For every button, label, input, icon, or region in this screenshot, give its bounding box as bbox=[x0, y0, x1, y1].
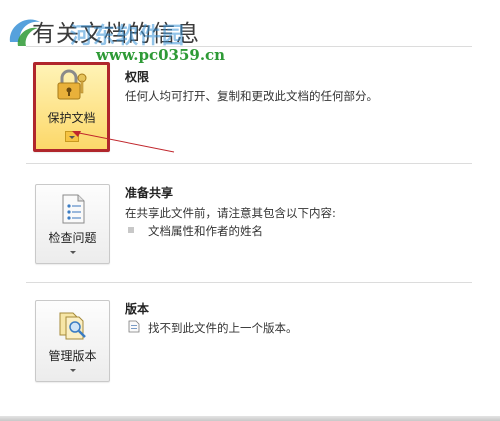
permissions-heading: 权限 bbox=[125, 70, 150, 84]
sharing-description: 在共享此文件前，请注意其包含以下内容: bbox=[125, 206, 336, 220]
check-issues-label: 检查问题 bbox=[48, 231, 97, 245]
chevron-down-icon[interactable] bbox=[69, 251, 76, 254]
manage-versions-icon bbox=[59, 312, 86, 340]
permissions-description: 任何人均可打开、复制和更改此文档的任何部分。 bbox=[125, 89, 378, 103]
sharing-item: 文档属性和作者的姓名 bbox=[148, 224, 263, 238]
sharing-heading: 准备共享 bbox=[125, 186, 174, 200]
bottom-edge bbox=[0, 416, 500, 421]
protect-document-label: 保护文档 bbox=[47, 111, 96, 125]
chevron-down-icon[interactable] bbox=[69, 369, 76, 372]
document-version-icon bbox=[128, 320, 140, 333]
annotation-arrow-icon bbox=[72, 131, 175, 153]
section-divider bbox=[26, 282, 472, 283]
lock-key-icon bbox=[57, 69, 86, 100]
versions-description: 找不到此文件的上一个版本。 bbox=[148, 321, 298, 335]
manage-versions-label: 管理版本 bbox=[48, 349, 97, 363]
inspect-document-icon bbox=[62, 194, 84, 224]
bullet-icon bbox=[128, 227, 134, 233]
versions-heading: 版本 bbox=[125, 302, 150, 316]
watermark-url: www.pc0359.cn bbox=[96, 46, 226, 64]
title-divider bbox=[26, 46, 472, 47]
check-issues-button[interactable]: 检查问题 bbox=[35, 184, 110, 264]
section-divider bbox=[26, 163, 472, 164]
manage-versions-button[interactable]: 管理版本 bbox=[35, 300, 110, 382]
